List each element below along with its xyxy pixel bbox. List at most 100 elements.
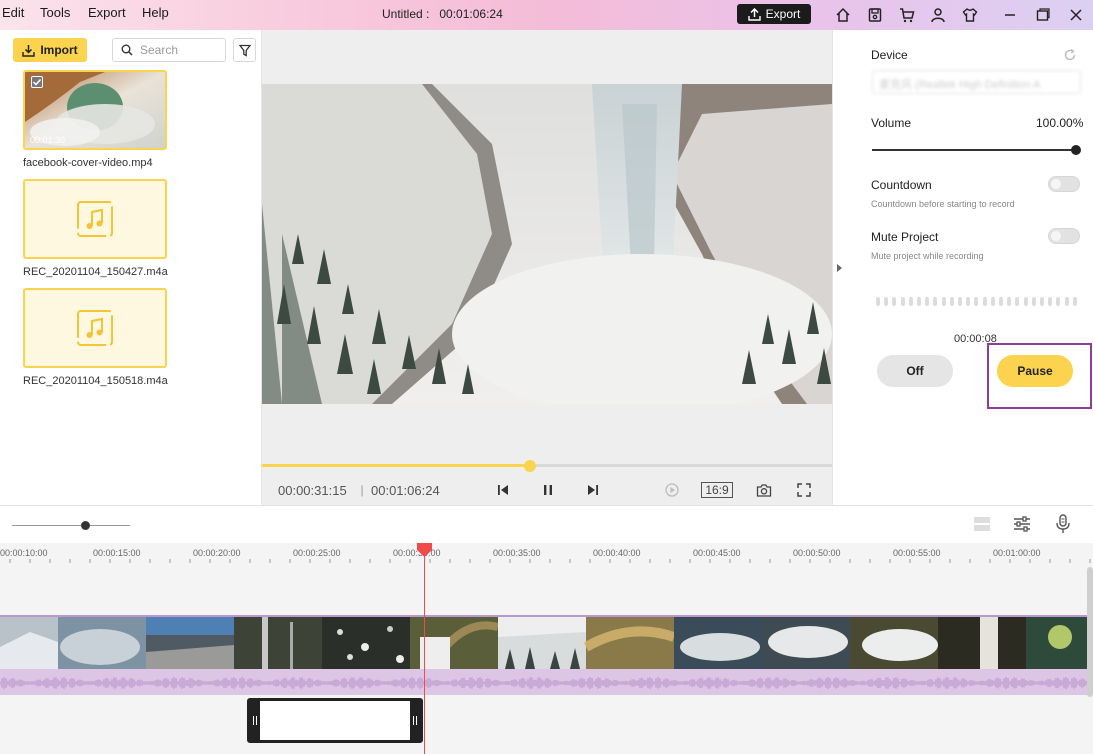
theme-shirt-icon[interactable]	[960, 5, 980, 25]
previous-frame-icon[interactable]	[494, 480, 512, 500]
cart-icon[interactable]	[897, 5, 917, 25]
level-meter-segment	[949, 297, 954, 306]
pause-button-highlight	[987, 343, 1092, 409]
home-icon[interactable]	[833, 5, 853, 25]
countdown-description: Countdown before starting to record	[871, 199, 1015, 209]
level-meter-segment	[990, 297, 995, 306]
playback-progress-fill	[262, 464, 530, 467]
storyboard-toggle-icon[interactable]	[973, 515, 991, 536]
save-icon[interactable]	[865, 5, 885, 25]
microphone-icon[interactable]	[1054, 514, 1072, 537]
search-icon	[121, 44, 133, 56]
ruler-label: 00:00:25:00	[293, 548, 341, 558]
recording-clip[interactable]	[247, 698, 423, 743]
search-input[interactable]	[140, 43, 216, 57]
level-meter-segment	[876, 297, 880, 306]
menu-edit[interactable]: Edit	[2, 5, 24, 20]
selected-checkbox[interactable]	[31, 76, 43, 88]
level-meter-segment	[1031, 297, 1036, 306]
zoom-slider-track[interactable]	[12, 525, 130, 526]
level-meter-segment	[1023, 297, 1028, 306]
menu-tools[interactable]: Tools	[40, 5, 70, 20]
menu-export[interactable]: Export	[88, 5, 126, 20]
mute-project-toggle[interactable]	[1048, 228, 1080, 244]
clip-trim-left-handle[interactable]	[250, 701, 260, 740]
audio-mixer-icon[interactable]	[1013, 515, 1031, 536]
off-button[interactable]: Off	[877, 355, 953, 387]
media-item-name: facebook-cover-video.mp4	[23, 157, 153, 169]
media-item-video[interactable]: 00:01:30	[23, 70, 167, 150]
audio-waveform-track[interactable]	[0, 669, 1087, 695]
audio-waveform	[0, 677, 1087, 689]
level-meter-segment	[941, 297, 946, 306]
mute-project-description: Mute project while recording	[871, 251, 984, 261]
aspect-ratio-button[interactable]: 16:9	[699, 480, 735, 500]
media-item-audio[interactable]	[23, 288, 167, 368]
record-voiceover-panel	[832, 30, 1093, 505]
document-title: Untitled : 00:01:06:24	[382, 7, 503, 21]
level-meter-segment	[917, 297, 921, 306]
device-select[interactable]: 麦克风 (Realtek High Definition A	[872, 70, 1081, 94]
level-meter-segment	[1072, 297, 1077, 306]
import-button[interactable]: Import	[13, 38, 87, 62]
volume-slider-handle[interactable]	[1071, 145, 1081, 155]
next-frame-icon[interactable]	[584, 480, 602, 500]
fullscreen-icon[interactable]	[794, 480, 814, 500]
level-meter-segment	[974, 297, 979, 306]
maximize-icon[interactable]	[1033, 5, 1053, 25]
media-item-name: REC_20201104_150427.m4a	[23, 266, 168, 278]
pause-icon[interactable]	[539, 480, 557, 500]
level-meter-segment	[966, 297, 971, 306]
account-icon[interactable]	[928, 5, 948, 25]
current-time: 00:00:31:15	[278, 482, 347, 498]
snapshot-camera-icon[interactable]	[754, 480, 774, 500]
ruler-label: 00:00:40:00	[593, 548, 641, 558]
timeline-toolbar	[0, 505, 1093, 543]
level-meter-segment	[925, 297, 930, 306]
check-icon	[32, 78, 42, 86]
music-note-icon	[77, 310, 113, 346]
ruler-label: 00:00:20:00	[193, 548, 241, 558]
level-meter-segment	[900, 297, 905, 306]
video-track-clip[interactable]	[0, 615, 1087, 669]
export-label: Export	[765, 7, 801, 21]
clip-trim-right-handle[interactable]	[410, 701, 420, 740]
total-time: 00:01:06:24	[371, 482, 440, 498]
menu-help[interactable]: Help	[142, 5, 169, 20]
aspect-ratio-label: 16:9	[701, 482, 733, 498]
media-item-audio[interactable]	[23, 179, 167, 259]
ruler-label: 00:00:55:00	[893, 548, 941, 558]
level-meter-segment	[1056, 297, 1061, 306]
ruler-label: 00:00:50:00	[793, 548, 841, 558]
countdown-toggle[interactable]	[1048, 176, 1080, 192]
voiceover-track[interactable]	[0, 695, 1093, 754]
media-item-name: REC_20201104_150518.m4a	[23, 375, 168, 387]
collapse-panel-arrow-icon[interactable]	[836, 262, 844, 276]
minimize-icon[interactable]	[1000, 5, 1020, 25]
filter-button[interactable]	[233, 38, 256, 62]
export-button[interactable]: Export	[737, 4, 811, 24]
level-meter-segment	[933, 297, 938, 306]
volume-slider-track[interactable]	[872, 149, 1076, 151]
level-meter-segment	[1015, 297, 1020, 306]
empty-track[interactable]	[0, 563, 1093, 615]
render-preview-icon[interactable]	[662, 480, 682, 500]
video-filmstrip	[0, 617, 1087, 669]
level-meter-segment	[999, 297, 1003, 306]
music-note-icon	[77, 201, 113, 237]
video-preview[interactable]	[262, 84, 832, 404]
media-library-panel: Import 00:01:30 facebook-cover-video.mp4…	[0, 30, 262, 505]
level-meter-segment	[982, 297, 987, 306]
time-separator: |	[360, 483, 364, 497]
close-icon[interactable]	[1066, 5, 1086, 25]
volume-value: 100.00%	[1036, 116, 1084, 130]
level-meter-segment	[1007, 297, 1012, 306]
refresh-icon[interactable]	[1063, 48, 1077, 65]
timeline-scrollbar[interactable]	[1087, 567, 1093, 697]
level-meter-segment	[1048, 297, 1053, 306]
search-box[interactable]	[112, 38, 226, 62]
playhead-handle[interactable]	[417, 543, 432, 560]
ruler-label: 00:01:00:00	[993, 548, 1041, 558]
playback-progress-handle[interactable]	[523, 460, 536, 472]
media-duration: 00:01:30	[30, 135, 66, 145]
